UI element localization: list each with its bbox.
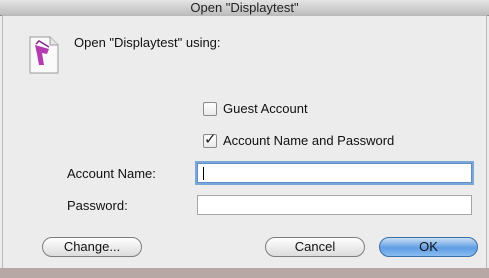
- window-title: Open "Displaytest": [0, 0, 489, 16]
- remote-app-icon: [29, 36, 59, 74]
- account-name-password-label: Account Name and Password: [223, 133, 395, 148]
- cancel-button[interactable]: Cancel: [265, 237, 365, 257]
- background-window-strip: [0, 268, 489, 278]
- account-name-password-checkbox[interactable]: [203, 130, 217, 148]
- password-label: Password:: [67, 198, 128, 213]
- account-name-password-option[interactable]: Account Name and Password: [203, 130, 395, 148]
- text-caret: [203, 167, 204, 180]
- ok-button[interactable]: OK: [379, 237, 478, 257]
- open-dialog-window: Open "Displaytest" Open "Displaytest" us…: [0, 0, 489, 278]
- dialog-sheet: Open "Displaytest" using: Guest Account …: [3, 16, 486, 268]
- account-name-label: Account Name:: [67, 166, 156, 181]
- guest-account-checkbox[interactable]: [203, 101, 217, 116]
- guest-account-label: Guest Account: [223, 101, 308, 116]
- account-name-field[interactable]: [197, 163, 472, 183]
- guest-account-option[interactable]: Guest Account: [203, 101, 308, 116]
- change-button[interactable]: Change...: [42, 237, 142, 257]
- password-field[interactable]: [197, 195, 472, 215]
- dialog-prompt: Open "Displaytest" using:: [74, 35, 221, 50]
